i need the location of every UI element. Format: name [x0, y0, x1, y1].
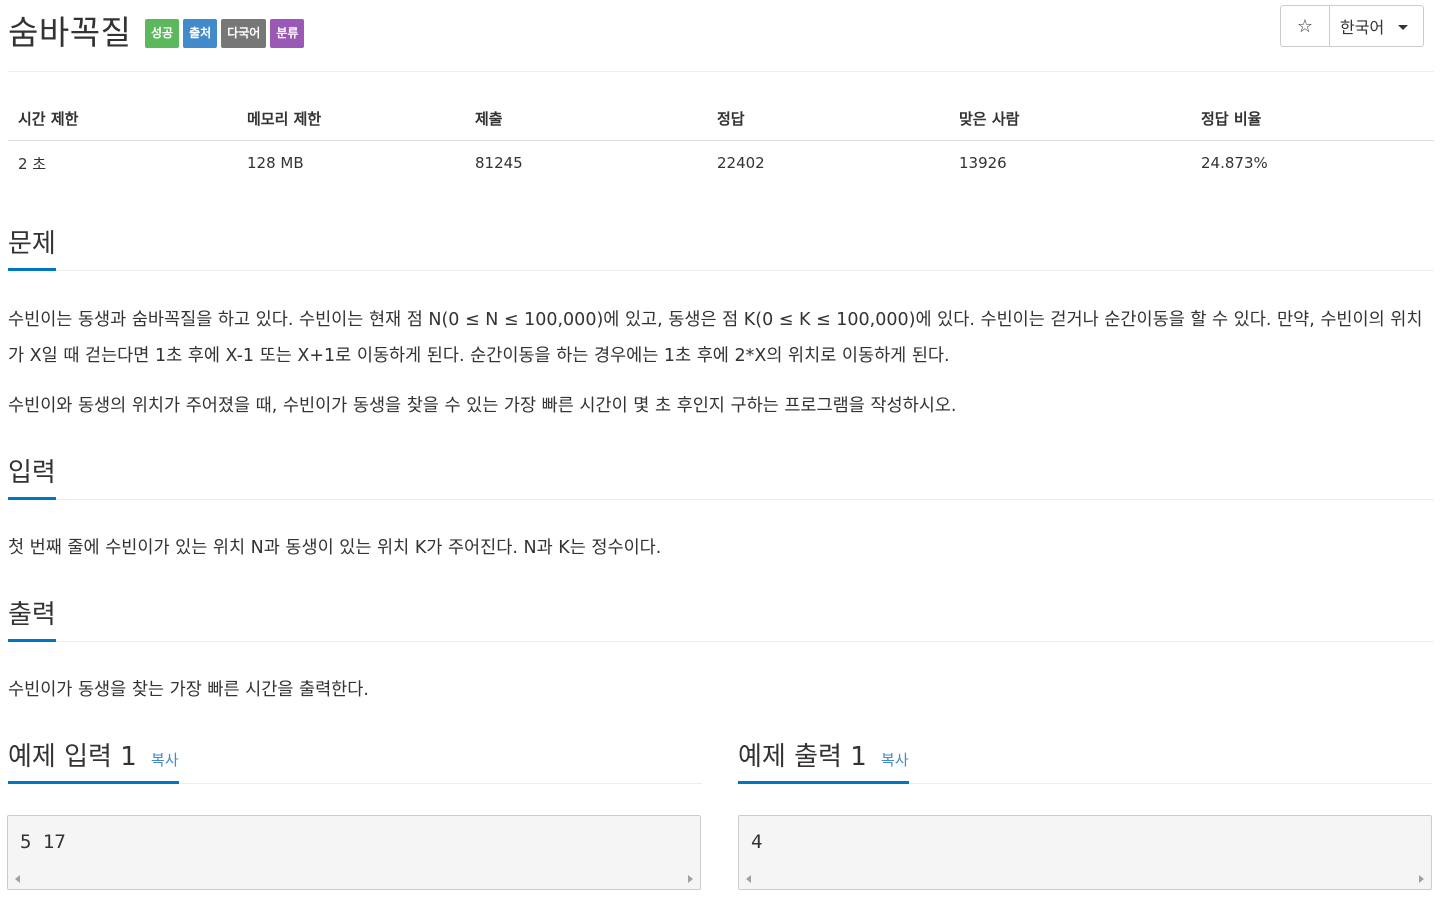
info-table-header: 시간 제한 메모리 제한 제출 정답 맞은 사람 정답 비율 [8, 96, 1434, 141]
badge-category[interactable]: 분류 [270, 19, 305, 48]
value-submissions[interactable]: 81245 [465, 141, 707, 185]
problem-info-table: 시간 제한 메모리 제한 제출 정답 맞은 사람 정답 비율 2 초 128 M… [8, 96, 1434, 185]
header-controls: ☆ 한국어 [1280, 5, 1424, 47]
description-paragraph-1: 수빈이는 동생과 숨바꼭질을 하고 있다. 수빈이는 현재 점 N(0 ≤ N … [8, 310, 1423, 366]
scroll-left-icon[interactable] [15, 875, 20, 883]
header-accepted: 정답 [717, 109, 745, 128]
sample-output-title-wrap: 예제 출력 1 복사 [738, 736, 909, 784]
header-memory-limit: 메모리 제한 [247, 109, 322, 128]
star-icon: ☆ [1296, 15, 1314, 37]
language-dropdown[interactable]: 한국어 [1330, 5, 1424, 47]
value-accept-ratio: 24.873% [1201, 154, 1268, 172]
problem-header: 숨바꼭질 성공 출처 다국어 분류 ☆ 한국어 [8, 0, 1434, 72]
sample-input-header: 예제 입력 1 복사 [8, 735, 702, 784]
description-paragraph-2: 수빈이와 동생의 위치가 주어졌을 때, 수빈이가 동생을 찾을 수 있는 가장… [8, 396, 957, 416]
sample-input-scrollbar[interactable] [8, 873, 700, 889]
problem-title: 숨바꼭질 [8, 13, 132, 52]
sample-output-title: 예제 출력 1 [738, 742, 867, 772]
sample-output-box[interactable]: 4 [738, 815, 1432, 890]
output-description: 수빈이가 동생을 찾는 가장 빠른 시간을 출력한다. [8, 680, 369, 700]
copy-sample-input-button[interactable]: 복사 [151, 751, 179, 769]
value-solved-users[interactable]: 13926 [949, 141, 1191, 185]
problem-badges: 성공 출처 다국어 분류 [145, 19, 305, 48]
scroll-left-icon[interactable] [746, 875, 751, 883]
copy-sample-output-button[interactable]: 복사 [881, 751, 909, 769]
header-solved-users: 맞은 사람 [959, 109, 1020, 128]
input-description: 첫 번째 줄에 수빈이가 있는 위치 N과 동생이 있는 위치 K가 주어진다.… [8, 538, 662, 558]
header-time-limit: 시간 제한 [18, 109, 79, 128]
sample-output-content: 4 [751, 831, 763, 853]
sample-input-title-wrap: 예제 입력 1 복사 [8, 736, 179, 784]
value-accepted[interactable]: 22402 [707, 141, 949, 185]
sample-output-scrollbar[interactable] [739, 873, 1431, 889]
header-submissions: 제출 [475, 109, 503, 128]
sample-input-box[interactable]: 5 17 [7, 815, 701, 890]
header-accept-ratio: 정답 비율 [1201, 109, 1262, 128]
scroll-right-icon[interactable] [688, 875, 693, 883]
input-section-header: 입력 [8, 451, 1434, 500]
sample-output-header: 예제 출력 1 복사 [738, 735, 1432, 784]
output-section-header: 출력 [8, 593, 1434, 642]
language-label: 한국어 [1340, 18, 1385, 37]
output-title: 출력 [8, 594, 56, 642]
value-memory-limit: 128 MB [247, 154, 304, 172]
description-section-header: 문제 [8, 222, 1434, 271]
description-title: 문제 [8, 223, 56, 271]
favorite-button[interactable]: ☆ [1280, 5, 1330, 47]
badge-success[interactable]: 성공 [145, 19, 180, 48]
sample-input-content: 5 17 [20, 831, 66, 853]
badge-source[interactable]: 출처 [183, 19, 218, 48]
input-title: 입력 [8, 452, 56, 500]
value-time-limit: 2 초 [18, 154, 47, 173]
scroll-right-icon[interactable] [1419, 875, 1424, 883]
badge-multilang[interactable]: 다국어 [221, 19, 267, 48]
info-table-row: 2 초 128 MB 81245 22402 13926 24.873% [8, 141, 1434, 185]
sample-input-title: 예제 입력 1 [8, 742, 137, 772]
caret-down-icon [1398, 25, 1409, 30]
